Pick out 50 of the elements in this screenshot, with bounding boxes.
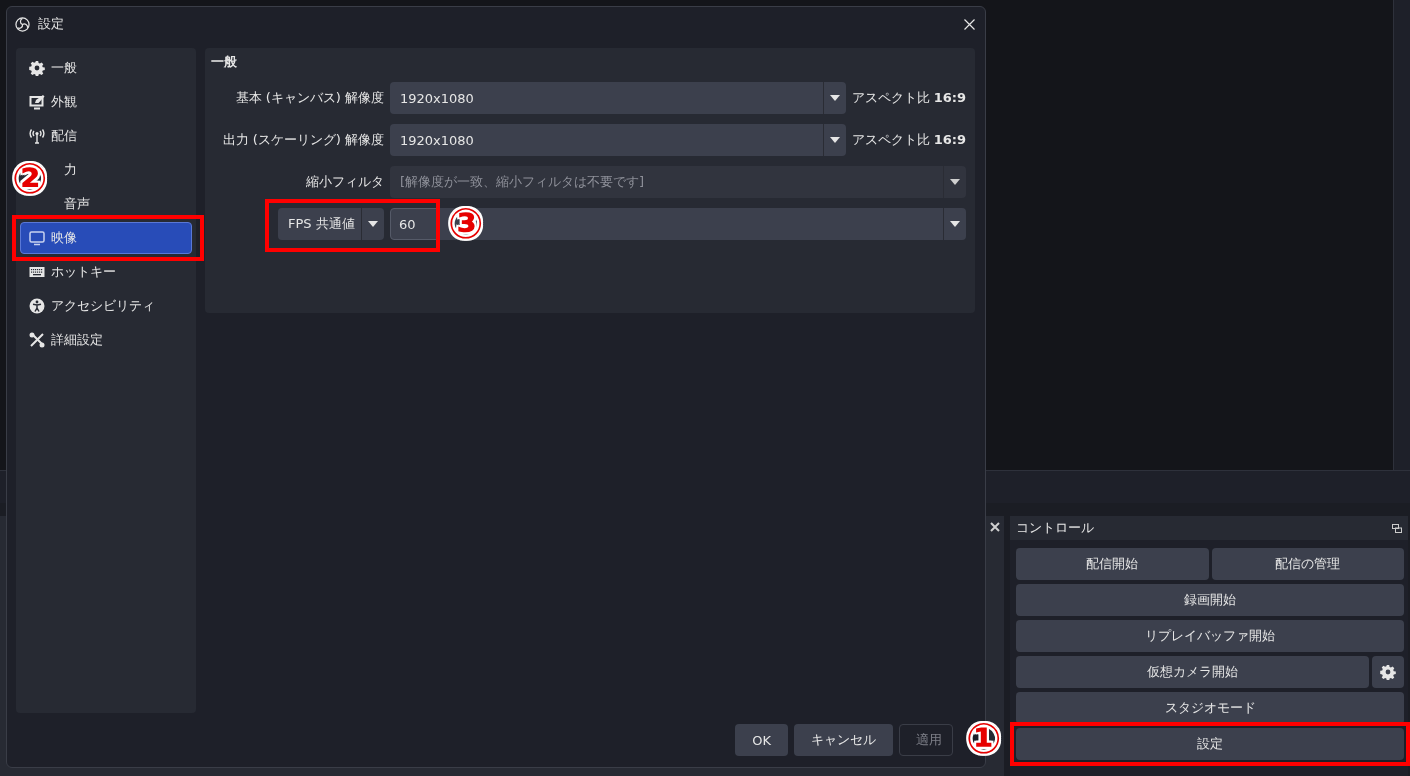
dialog-button[interactable]: キャンセル — [794, 724, 893, 756]
dropdown[interactable]: 1920x1080 — [390, 124, 846, 156]
sidebar-item[interactable]: 音声 — [64, 195, 90, 213]
window-title: 設定 — [38, 15, 65, 33]
dropdown-arrow-icon — [950, 179, 960, 185]
field-label: 基本 (キャンバス) 解像度 — [234, 89, 384, 107]
dropdown-arrow-icon — [950, 221, 960, 227]
sidebar-item[interactable]: 配信 — [51, 127, 77, 145]
scrollbar[interactable] — [1393, 0, 1410, 470]
gear-icon — [1380, 664, 1396, 680]
sidebar-item[interactable]: 映像 — [20, 222, 192, 254]
monitor-pen-icon — [29, 94, 45, 110]
dropdown-arrow-icon — [829, 95, 840, 101]
fps-type-dropdown[interactable]: FPS 共通値 — [278, 208, 384, 240]
sidebar-item[interactable]: アクセシビリティ — [51, 297, 155, 315]
aspect-ratio-text: アスペクト比 16:9 — [851, 89, 966, 107]
aspect-ratio-text: アスペクト比 16:9 — [851, 131, 966, 149]
dropdown[interactable]: 1920x1080 — [390, 82, 846, 114]
close-icon[interactable] — [964, 18, 975, 30]
monitor-icon — [29, 230, 45, 246]
dropdown-arrow-icon — [829, 137, 840, 143]
control-button[interactable]: リプレイバッファ開始 — [1016, 620, 1404, 652]
control-button[interactable]: 配信の管理 — [1211, 548, 1404, 580]
sidebar-item[interactable]: 外観 — [51, 93, 77, 111]
close-icon[interactable] — [990, 522, 1000, 532]
field-label: 縮小フィルタ — [305, 173, 384, 191]
app-logo-icon — [15, 16, 30, 32]
tools-icon — [29, 332, 45, 348]
control-button[interactable]: スタジオモード — [1016, 692, 1404, 724]
sidebar-item[interactable]: 詳細設定 — [51, 331, 103, 349]
antenna-icon — [29, 128, 45, 144]
sidebar-item[interactable]: ホットキー — [51, 263, 116, 281]
dialog-button[interactable]: OK — [735, 724, 788, 756]
control-button[interactable]: 録画開始 — [1016, 584, 1404, 616]
step-number: ② — [12, 158, 48, 200]
keyboard-icon — [29, 264, 45, 280]
float-icon[interactable] — [1392, 523, 1402, 533]
gear-icon — [29, 60, 45, 76]
control-button[interactable]: 配信開始 — [1016, 548, 1209, 580]
step-number: ① — [966, 718, 1002, 760]
dropdown-arrow-icon — [368, 221, 378, 227]
sidebar-item[interactable]: 力 — [64, 161, 77, 179]
control-button[interactable]: 仮想カメラ開始 — [1016, 656, 1369, 688]
accessibility-icon — [29, 298, 45, 314]
sidebar-item[interactable]: 一般 — [51, 59, 77, 77]
dock-title: コントロール — [1016, 519, 1094, 537]
settings-button[interactable] — [1372, 656, 1404, 688]
section-heading: 一般 — [211, 53, 238, 71]
control-button[interactable]: 設定 — [1016, 728, 1404, 760]
field-label: 出力 (スケーリング) 解像度 — [221, 131, 384, 149]
